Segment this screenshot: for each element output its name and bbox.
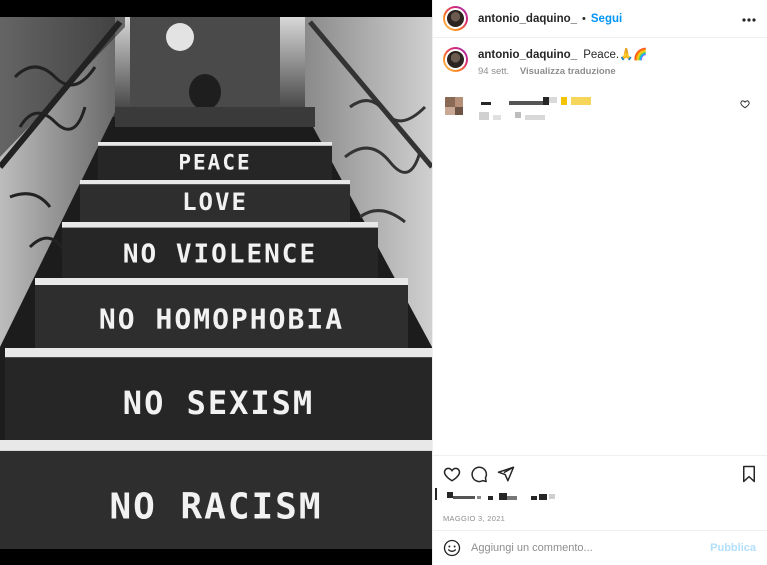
stair-edge bbox=[80, 180, 350, 185]
author-username[interactable]: antonio_daquino_ bbox=[478, 13, 577, 25]
stair-edge bbox=[62, 222, 378, 228]
comment-icon[interactable] bbox=[470, 465, 488, 483]
publish-button[interactable]: Pubblica bbox=[710, 542, 756, 554]
stair-label: NO HOMOPHOBIA bbox=[99, 302, 344, 335]
share-icon[interactable] bbox=[497, 465, 515, 483]
stair-label: PEACE bbox=[178, 150, 251, 174]
stair-label: NO RACISM bbox=[109, 486, 322, 527]
post-caption: antonio_daquino_ Peace.🙏🌈 94 sett. Visua… bbox=[443, 47, 758, 77]
follow-button[interactable]: Segui bbox=[591, 13, 622, 25]
comment-input[interactable] bbox=[471, 542, 711, 554]
stair-label: LOVE bbox=[182, 188, 248, 216]
stair-label: NO VIOLENCE bbox=[123, 239, 317, 269]
caption-author-avatar[interactable] bbox=[443, 47, 468, 72]
stair-edge bbox=[0, 440, 432, 451]
pixelated-comment bbox=[443, 95, 758, 125]
post-header: antonio_daquino_ • Segui bbox=[433, 0, 767, 38]
post-date: MAGGIO 3, 2021 bbox=[443, 514, 506, 523]
caption-username[interactable]: antonio_daquino_ bbox=[478, 49, 577, 61]
stair-label: NO SEXISM bbox=[123, 384, 314, 422]
stair-step bbox=[115, 107, 315, 127]
author-avatar[interactable] bbox=[443, 6, 468, 31]
action-bar: MAGGIO 3, 2021 bbox=[433, 455, 767, 530]
post-media-panel: PEACE LOVE NO VIOLENCE NO HOMOPHOBIA NO SEXI… bbox=[0, 0, 432, 565]
comment-like-icon[interactable] bbox=[740, 99, 750, 109]
more-icon[interactable] bbox=[742, 9, 756, 27]
stair-edge bbox=[98, 142, 332, 146]
smiley-icon[interactable] bbox=[443, 539, 461, 557]
add-comment-bar: Pubblica bbox=[433, 530, 767, 565]
post-details-panel: antonio_daquino_ • Segui antonio_daquino… bbox=[432, 0, 767, 565]
stair-edge bbox=[35, 278, 408, 285]
staircase-image: PEACE LOVE NO VIOLENCE NO HOMOPHOBIA NO SEXI… bbox=[0, 17, 432, 549]
header-separator: • bbox=[582, 12, 586, 25]
caption-text: Peace.🙏🌈 bbox=[583, 49, 648, 61]
post-photo[interactable]: PEACE LOVE NO VIOLENCE NO HOMOPHOBIA NO SEXI… bbox=[0, 17, 432, 549]
bookmark-icon[interactable] bbox=[741, 465, 757, 483]
heart-icon[interactable] bbox=[443, 465, 461, 483]
translate-link[interactable]: Visualizza traduzione bbox=[520, 66, 616, 77]
stair-edge bbox=[5, 348, 432, 358]
caption-age: 94 sett. bbox=[478, 66, 510, 77]
